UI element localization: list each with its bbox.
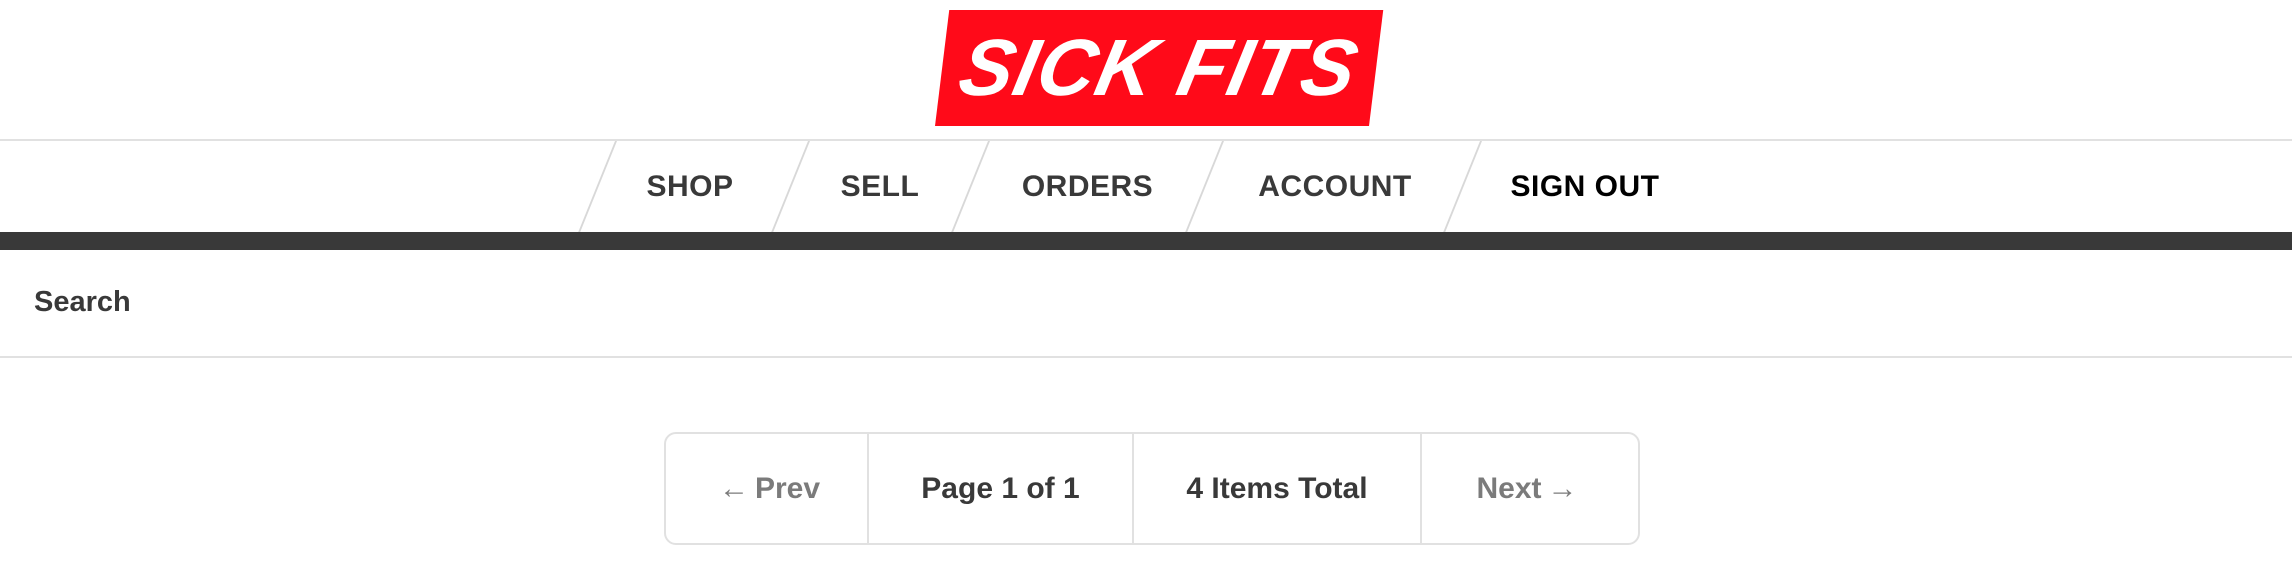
search-label: Search <box>34 286 131 318</box>
next-page-button[interactable]: Next → <box>1422 434 1638 543</box>
prev-page-button[interactable]: ← Prev <box>666 434 869 543</box>
main-nav: SHOP SELL ORDERS ACCOUNT SIGN OUT <box>0 141 2292 232</box>
header-divider-bar <box>0 232 2292 250</box>
header: SICK FITS <box>0 0 2292 141</box>
site-logo-text: SICK FITS <box>952 23 1367 112</box>
items-total: 4 Items Total <box>1134 434 1422 543</box>
nav-sell[interactable]: SELL <box>780 141 980 232</box>
page-indicator: Page 1 of 1 <box>869 434 1134 543</box>
search-bar: Search <box>0 250 2292 358</box>
site-logo-link[interactable]: SICK FITS <box>935 10 1384 126</box>
pagination: ← Prev Page 1 of 1 4 Items Total Next → <box>664 432 1640 545</box>
left-arrow-icon: ← <box>718 471 749 505</box>
next-label: Next <box>1476 471 1542 505</box>
nav-orders[interactable]: ORDERS <box>960 141 1215 232</box>
nav-account[interactable]: ACCOUNT <box>1200 141 1470 232</box>
nav-sign-out[interactable]: SIGN OUT <box>1450 141 1720 232</box>
nav-shop[interactable]: SHOP <box>590 141 790 232</box>
right-arrow-icon: → <box>1547 471 1578 505</box>
search-input[interactable] <box>140 270 2260 338</box>
prev-label: Prev <box>754 471 821 505</box>
